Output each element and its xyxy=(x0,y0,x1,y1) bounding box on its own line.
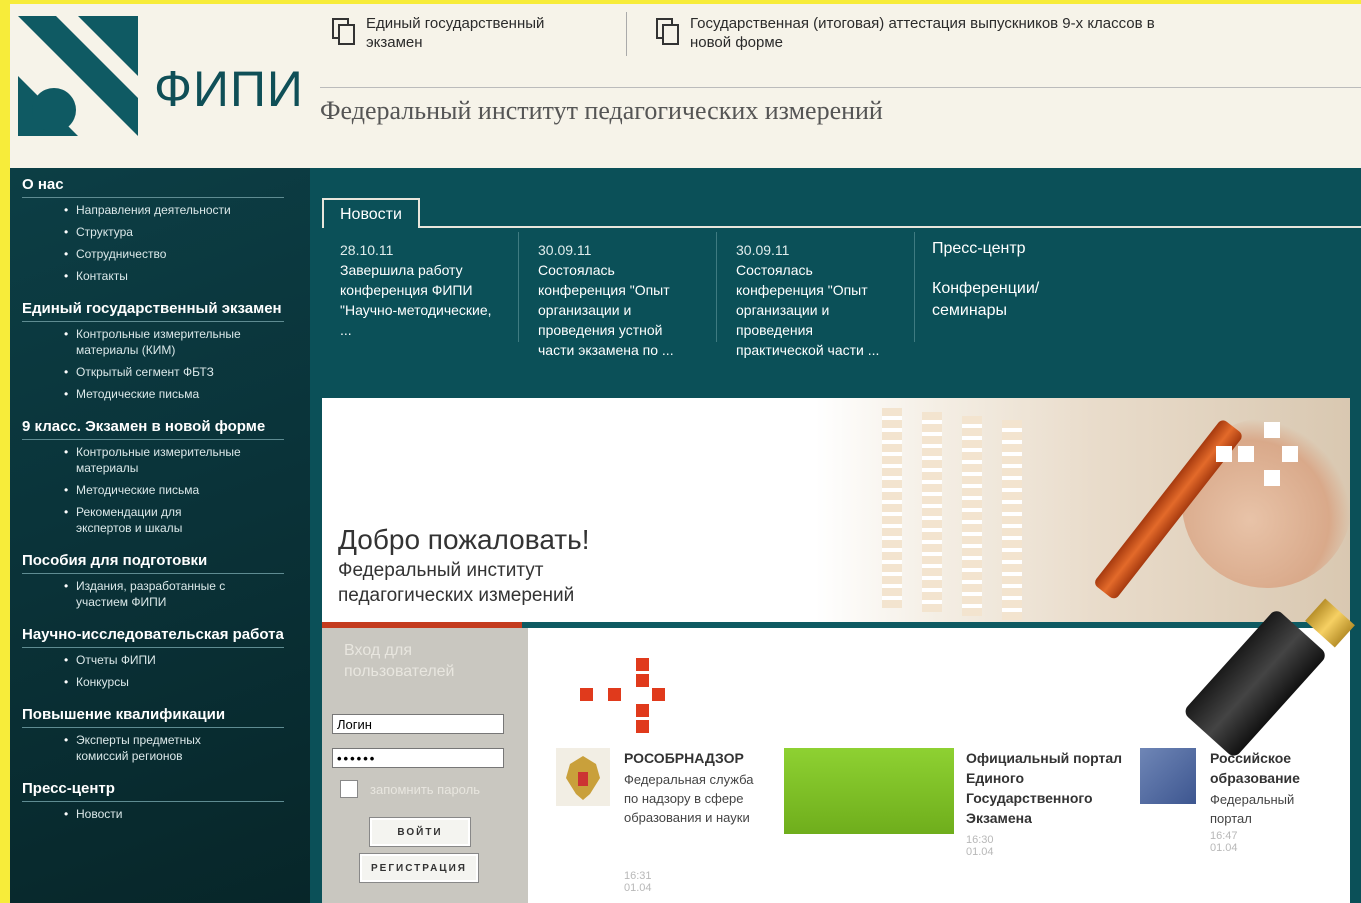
sidebar-item-method-letters-9[interactable]: Методические письма xyxy=(64,482,286,498)
sidebar-item-method-letters[interactable]: Методические письма xyxy=(64,386,286,402)
pixel-arrow-icon xyxy=(1216,446,1232,462)
sidebar-item-recommendations[interactable]: Рекомендации для экспертов и шкалы xyxy=(64,504,226,536)
news-item[interactable]: 30.09.11 Состоялась конференция "Опыт ор… xyxy=(736,240,908,360)
sidebar-item-contacts[interactable]: Контакты xyxy=(64,268,286,284)
pixel-arrow-icon xyxy=(636,704,649,717)
press-center-link[interactable]: Пресс-центр xyxy=(932,238,1072,260)
top-link-gia[interactable]: Государственная (итоговая) аттестация вы… xyxy=(656,14,1176,52)
main-content: Новости 28.10.11 Завершила работу конфер… xyxy=(310,168,1361,903)
pixel-arrow-icon xyxy=(636,720,649,733)
register-button[interactable]: РЕГИСТРАЦИЯ xyxy=(359,853,479,883)
conferences-link[interactable]: Конференции/ семинары xyxy=(932,278,1072,322)
pixel-arrow-icon xyxy=(636,658,649,671)
sidebar-section-qualification: Повышение квалификации Эксперты предметн… xyxy=(10,696,310,764)
sidebar-item-news[interactable]: Новости xyxy=(64,806,286,822)
news-text: Завершила работу конференция ФИПИ "Научн… xyxy=(340,262,492,338)
partner-time: 16:31 01.04 xyxy=(624,870,652,894)
sidebar-section-manuals: Пособия для подготовки Издания, разработ… xyxy=(10,542,310,610)
password-input[interactable] xyxy=(332,748,504,768)
ege-portal-banner xyxy=(784,748,954,834)
welcome-banner: Добро пожаловать! Федеральный институт п… xyxy=(322,398,1350,622)
news-date: 30.09.11 xyxy=(736,242,790,258)
document-icon xyxy=(656,18,679,45)
top-link-ege-label: Единый государственный экзамен xyxy=(366,15,545,51)
sidebar-heading-grade9[interactable]: 9 класс. Экзамен в новой форме xyxy=(22,408,284,440)
news-tab-line xyxy=(418,226,1361,228)
site-name: Федеральный институт педагогических изме… xyxy=(320,96,883,125)
top-divider xyxy=(626,12,627,56)
sidebar-item-fbtz[interactable]: Открытый сегмент ФБТЗ xyxy=(64,364,286,380)
answer-sheet-image xyxy=(962,416,982,616)
top-link-ege[interactable]: Единый государственный экзамен xyxy=(332,14,602,52)
news-separator xyxy=(914,232,915,342)
sidebar-item-kim-9[interactable]: Контрольные измерительные материалы xyxy=(64,444,276,476)
top-link-gia-label: Государственная (итоговая) аттестация вы… xyxy=(690,15,1155,51)
sidebar-heading-ege[interactable]: Единый государственный экзамен xyxy=(22,290,284,322)
logo-mark-icon xyxy=(18,16,138,136)
partner-title: Официальный портал Единого Государственн… xyxy=(966,750,1123,826)
pixel-arrow-icon xyxy=(1264,422,1280,438)
partner-desc: Федеральная служба по надзору в сфере об… xyxy=(624,772,754,825)
coat-of-arms-icon xyxy=(556,748,610,806)
pixel-arrow-icon xyxy=(1238,446,1254,462)
sidebar-section-ege: Единый государственный экзамен Контрольн… xyxy=(10,290,310,402)
news-text: Состоялась конференция "Опыт организации… xyxy=(736,262,880,358)
sidebar-item-cooperation[interactable]: Сотрудничество xyxy=(64,246,286,262)
sidebar-item-kim[interactable]: Контрольные измерительные материалы (КИМ… xyxy=(64,326,276,358)
sidebar-heading-qualification[interactable]: Повышение квалификации xyxy=(22,696,284,728)
news-separator xyxy=(716,232,717,342)
sidebar-section-press: Пресс-центр Новости xyxy=(10,770,310,822)
news-date: 30.09.11 xyxy=(538,242,592,258)
logo-text: ФИПИ xyxy=(154,61,304,117)
answer-sheet-image xyxy=(1002,420,1022,620)
partner-time: 16:30 01.04 xyxy=(966,834,994,858)
document-icon xyxy=(332,18,355,45)
sidebar-item-reports[interactable]: Отчеты ФИПИ xyxy=(64,652,286,668)
header-rule xyxy=(320,87,1361,88)
sidebar-heading-about[interactable]: О нас xyxy=(22,168,284,198)
sidebar-section-research: Научно-исследовательская работа Отчеты Ф… xyxy=(10,616,310,690)
sidebar-heading-manuals[interactable]: Пособия для подготовки xyxy=(22,542,284,574)
news-separator xyxy=(518,232,519,342)
pixel-arrow-icon xyxy=(1282,446,1298,462)
sidebar-item-publications[interactable]: Издания, разработанные с участием ФИПИ xyxy=(64,578,276,610)
pixel-arrow-icon xyxy=(652,688,665,701)
answer-sheet-image xyxy=(922,412,942,612)
news-date: 28.10.11 xyxy=(340,242,394,258)
pixel-arrow-icon xyxy=(608,688,621,701)
sidebar-item-directions[interactable]: Направления деятельности xyxy=(64,202,286,218)
news-item[interactable]: 28.10.11 Завершила работу конференция ФИ… xyxy=(340,240,512,340)
sidebar-heading-research[interactable]: Научно-исследовательская работа xyxy=(22,616,284,648)
welcome-subtitle: Федеральный институт педагогических изме… xyxy=(338,560,575,606)
news-item[interactable]: 30.09.11 Состоялась конференция "Опыт ор… xyxy=(538,240,710,360)
partner-time: 16:47 01.04 xyxy=(1210,830,1238,854)
sidebar-heading-press[interactable]: Пресс-центр xyxy=(22,770,284,802)
sidebar-item-contests[interactable]: Конкурсы xyxy=(64,674,286,690)
partner-desc: Федеральный портал xyxy=(1210,792,1295,826)
tab-news[interactable]: Новости xyxy=(322,198,420,228)
login-button[interactable]: ВОЙТИ xyxy=(369,817,471,847)
remember-label: запомнить пароль xyxy=(370,781,480,797)
news-text: Состоялась конференция "Опыт организации… xyxy=(538,262,674,358)
fipi-logo[interactable]: ФИПИ xyxy=(18,16,308,146)
pixel-arrow-icon xyxy=(580,688,593,701)
pixel-arrow-icon xyxy=(1264,470,1280,486)
remember-checkbox[interactable] xyxy=(340,780,358,798)
remember-password[interactable]: запомнить пароль xyxy=(340,780,480,798)
login-title: Вход для пользователей xyxy=(344,642,455,680)
welcome-heading: Добро пожаловать! xyxy=(338,524,590,555)
sidebar: О нас Направления деятельности Структура… xyxy=(10,168,310,903)
sidebar-item-structure[interactable]: Структура xyxy=(64,224,286,240)
sidebar-item-experts[interactable]: Эксперты предметных комиссий регионов xyxy=(64,732,256,764)
partner-title: РОСОБРНАДЗОР xyxy=(624,750,744,766)
answer-sheet-image xyxy=(882,408,902,608)
russian-education-logo xyxy=(1140,748,1196,804)
login-input[interactable] xyxy=(332,714,504,734)
sidebar-section-grade9: 9 класс. Экзамен в новой форме Контрольн… xyxy=(10,408,310,536)
pixel-arrow-icon xyxy=(636,674,649,687)
site-frame: ФИПИ Единый государственный экзамен Госу… xyxy=(10,4,1361,903)
press-links: Пресс-центр Конференции/ семинары xyxy=(932,238,1072,340)
sidebar-section-about: О нас Направления деятельности Структура… xyxy=(10,168,310,284)
login-panel: Вход для пользователей запомнить пароль … xyxy=(322,628,528,903)
